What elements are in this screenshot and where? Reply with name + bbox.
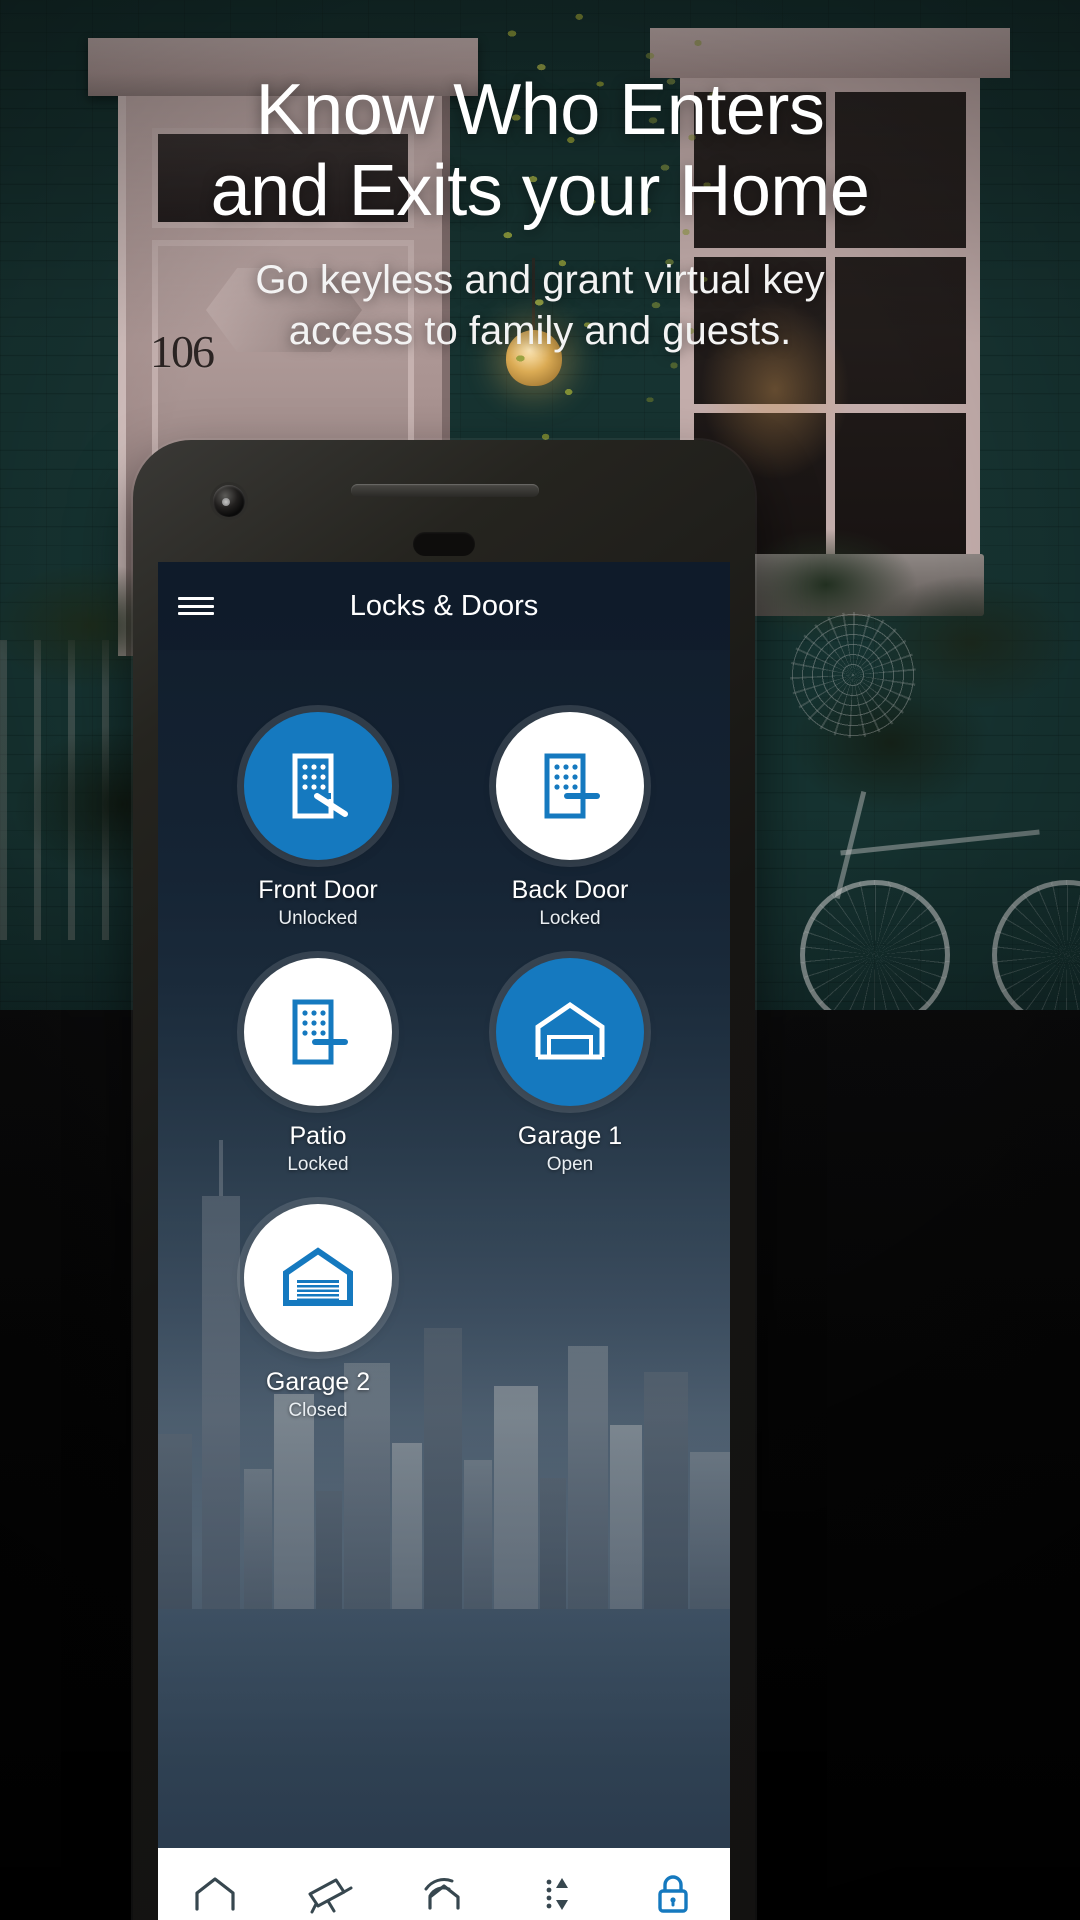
hamburger-menu-icon[interactable] — [158, 593, 234, 620]
device-grid: Front Door Unlocked Back Door Locked Pat… — [158, 712, 730, 1450]
door-lock-locked-icon — [539, 750, 601, 822]
door-lock-unlocked-icon — [287, 750, 349, 822]
device-toggle-back-door[interactable] — [496, 712, 644, 860]
app-bar: Locks & Doors — [158, 562, 730, 650]
device-toggle-garage-1[interactable] — [496, 958, 644, 1106]
hero-text-block: Know Who Enters and Exits your Home Go k… — [0, 70, 1080, 357]
phone-mockup: Locks & Doors Front Door Unlocked Back D… — [133, 440, 755, 1920]
device-state: Open — [546, 1154, 594, 1175]
nav-item-thermostat[interactable] — [501, 1874, 615, 1914]
hero-subtitle: Go keyless and grant virtual key access … — [0, 255, 1080, 357]
device-tile-patio[interactable]: Patio Locked — [192, 958, 444, 1176]
motion-sensor-icon — [420, 1875, 468, 1913]
device-label: Garage 2 — [265, 1368, 371, 1396]
device-label: Back Door — [511, 876, 629, 904]
device-tile-front-door[interactable]: Front Door Unlocked — [192, 712, 444, 930]
phone-front-camera — [213, 485, 245, 517]
device-label: Front Door — [258, 876, 378, 904]
device-state: Unlocked — [278, 908, 358, 929]
hero-title-line-1: Know Who Enters — [255, 70, 825, 150]
device-toggle-patio[interactable] — [244, 958, 392, 1106]
device-state: Locked — [539, 908, 601, 929]
phone-earpiece-speaker — [351, 484, 539, 497]
phone-proximity-sensor — [413, 532, 475, 556]
hero-title-line-2: and Exits your Home — [210, 151, 870, 232]
device-state: Closed — [288, 1400, 348, 1421]
page-title: Locks & Doors — [349, 589, 539, 622]
hero-title: Know Who Enters and Exits your Home — [0, 70, 1080, 233]
thermostat-icon — [536, 1874, 580, 1914]
hero-subtitle-line-2: access to family and guests. — [288, 308, 792, 353]
device-tile-garage-1[interactable]: Garage 1 Open — [444, 958, 696, 1176]
app-screen: Locks & Doors Front Door Unlocked Back D… — [158, 562, 730, 1920]
home-icon — [193, 1875, 237, 1913]
camera-icon — [306, 1874, 354, 1914]
lock-icon — [655, 1873, 691, 1915]
hero-subtitle-line-1: Go keyless and grant virtual key — [255, 257, 825, 302]
bottom-navigation-bar — [158, 1848, 730, 1920]
device-tile-garage-2[interactable]: Garage 2 Closed — [192, 1204, 444, 1422]
nav-item-home[interactable] — [158, 1875, 272, 1913]
device-toggle-garage-2[interactable] — [244, 1204, 392, 1352]
garage-open-icon — [532, 1001, 608, 1063]
nav-item-sensors[interactable] — [387, 1875, 501, 1913]
garage-closed-icon — [280, 1247, 356, 1309]
nav-item-cameras[interactable] — [272, 1874, 386, 1914]
device-tile-back-door[interactable]: Back Door Locked — [444, 712, 696, 930]
nav-item-locks[interactable] — [616, 1873, 730, 1915]
device-label: Patio — [289, 1122, 347, 1150]
door-lock-locked-icon — [287, 996, 349, 1068]
device-toggle-front-door[interactable] — [244, 712, 392, 860]
device-label: Garage 1 — [517, 1122, 623, 1150]
device-state: Locked — [287, 1154, 349, 1175]
